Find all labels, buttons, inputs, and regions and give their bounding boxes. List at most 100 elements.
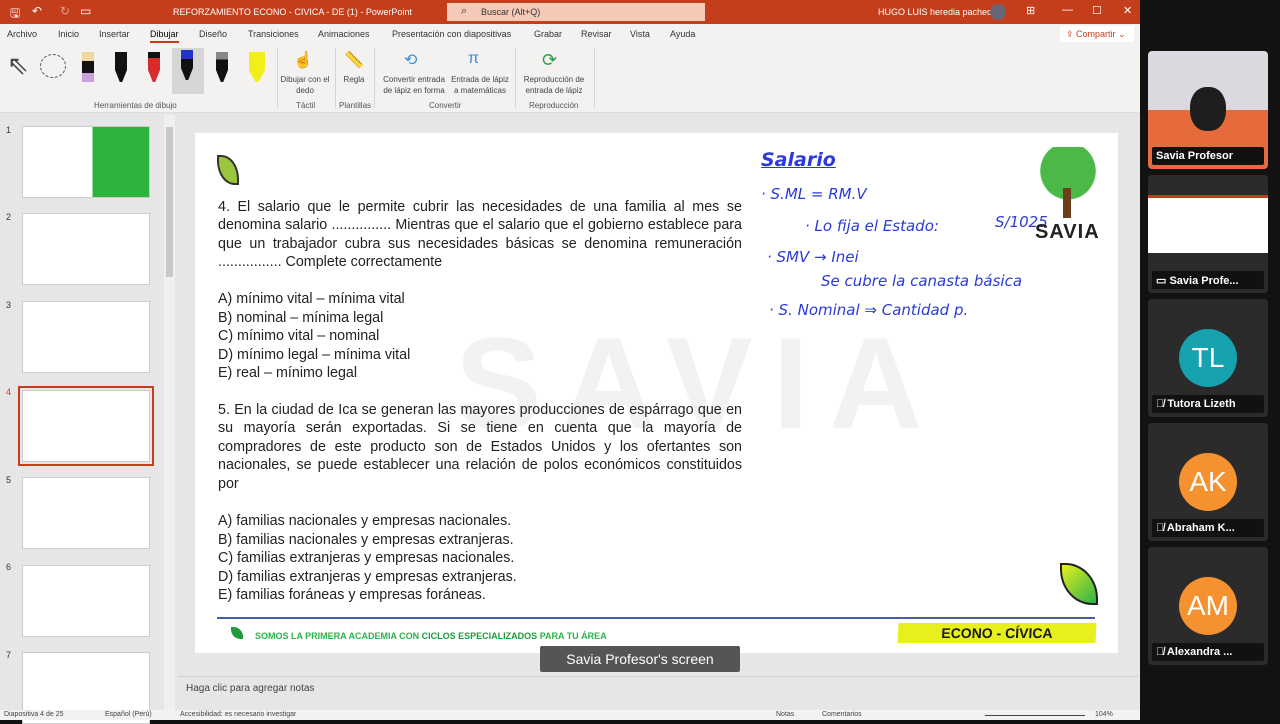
pen-black[interactable] — [108, 50, 132, 88]
screen-preview — [1148, 195, 1268, 253]
group-templates: Plantillas — [339, 101, 372, 110]
slide-thumbnail-1[interactable] — [22, 126, 150, 198]
tab-insertar[interactable]: Insertar — [99, 29, 130, 39]
pen-blue-selected[interactable] — [172, 48, 204, 94]
eraser-pen[interactable] — [75, 50, 99, 88]
participant-tile[interactable]: AK 🎙̸ Abraham K... — [1148, 423, 1268, 541]
slide-thumbnail-2[interactable] — [22, 213, 150, 285]
ink-to-shape-button[interactable]: Convertir entrada de lápiz en forma — [378, 74, 450, 96]
divider — [594, 48, 595, 108]
tab-vista[interactable]: Vista — [630, 29, 650, 39]
notes-toggle[interactable]: Notas — [776, 711, 794, 718]
option: E) familias foráneas y empresas foráneas… — [218, 587, 486, 603]
option: A) familias nacionales y empresas nacion… — [218, 513, 512, 529]
thumbnail-scrollbar[interactable] — [164, 115, 175, 710]
pen-red[interactable] — [141, 50, 165, 88]
ink-math-button[interactable]: Entrada de lápiz a matemáticas — [448, 74, 512, 96]
mic-off-icon: 🎙̸ — [1156, 522, 1167, 534]
slide-thumbnails-pane: 1 2 3 4 5 6 7 — [0, 115, 178, 724]
maximize-icon[interactable]: ☐ — [1092, 4, 1102, 17]
draw-ribbon: ⇖ Herramientas de dibujo ☝ Dibujar con e… — [0, 44, 1140, 113]
tab-animaciones[interactable]: Animaciones — [318, 29, 370, 39]
name-text: Abraham K... — [1166, 522, 1235, 534]
tab-revisar[interactable]: Revisar — [581, 29, 612, 39]
notes-field[interactable]: Haga clic para agregar notas — [178, 676, 1138, 702]
share-icon: ⇪ — [1066, 29, 1077, 39]
pencil-gray[interactable] — [209, 50, 233, 88]
slide-thumbnail-5[interactable] — [22, 477, 150, 549]
comments-toggle[interactable]: Comentarios — [822, 711, 862, 718]
zoom-slider[interactable] — [985, 715, 1085, 716]
thumb-number: 1 — [6, 125, 12, 135]
slide-thumbnail-6[interactable] — [22, 565, 150, 637]
tab-dibujar[interactable]: Dibujar — [150, 29, 179, 43]
participant-avatar: AM — [1179, 577, 1237, 635]
participant-tile[interactable]: AM 🎙̸ Alexandra ... — [1148, 547, 1268, 665]
minimize-icon[interactable]: — — [1062, 4, 1073, 16]
close-icon[interactable]: ✕ — [1123, 4, 1132, 17]
select-arrow-icon[interactable]: ⇖ — [7, 50, 31, 88]
participant-tile[interactable]: ▭ Savia Profe... — [1148, 175, 1268, 293]
tab-ayuda[interactable]: Ayuda — [670, 29, 695, 39]
participant-tile[interactable]: Savia Profesor — [1148, 51, 1268, 169]
question-5-options: A) familias nacionales y empresas nacion… — [218, 512, 517, 605]
highlighter-yellow[interactable] — [242, 50, 266, 88]
ink-heading: Salario — [761, 149, 836, 171]
accessibility[interactable]: Accesibilidad: es necesario investigar — [180, 711, 296, 718]
name-text: Alexandra ... — [1166, 646, 1233, 658]
share-button[interactable]: ⇪ Compartir ⌄ — [1060, 26, 1134, 42]
slide-canvas[interactable]: SAVIA 4. El salario que le permite cubri… — [195, 133, 1118, 653]
participant-name: Savia Profesor — [1152, 147, 1264, 165]
thumb-number: 7 — [6, 650, 12, 660]
user-avatar[interactable] — [990, 4, 1006, 20]
option: B) familias nacionales y empresas extran… — [218, 531, 514, 548]
ruler-button[interactable]: Regla — [338, 74, 370, 85]
tab-presentacion[interactable]: Presentación con diapositivas — [392, 29, 511, 39]
tab-grabar[interactable]: Grabar — [534, 29, 562, 39]
footer-slogan: SOMOS LA PRIMERA ACADEMIA CON CICLOS ESP… — [255, 631, 607, 641]
status-bar: Diapositiva 4 de 25 Español (Perú) Acces… — [0, 710, 1140, 720]
slide-thumbnail-4[interactable] — [18, 386, 154, 466]
participant-tile[interactable]: TL 🎙̸ Tutora Lizeth — [1148, 299, 1268, 417]
slide-counter: Diapositiva 4 de 25 — [4, 711, 64, 718]
tab-transiciones[interactable]: Transiciones — [248, 29, 299, 39]
tab-archivo[interactable]: Archivo — [7, 29, 37, 39]
ink-note: · SMV → Inei — [767, 248, 859, 266]
search-box[interactable]: ⌕ Buscar (Alt+Q) — [447, 3, 705, 21]
option: D) familias extranjeras y empresas extra… — [218, 568, 517, 585]
slide-thumbnail-3[interactable] — [22, 301, 150, 373]
title-bar: 🖫 ↶ ↻ ▭ REFORZAMIENTO ECONO - CIVICA - D… — [0, 0, 1140, 24]
name-text: Savia Profe... — [1169, 275, 1239, 287]
group-replay: Reproducción — [529, 101, 579, 110]
present-icon[interactable]: ▭ — [80, 4, 91, 18]
leaf-logo-icon — [217, 155, 239, 185]
ribbon-display-icon[interactable]: ⊞ — [1026, 4, 1035, 17]
tab-inicio[interactable]: Inicio — [58, 29, 79, 39]
tab-diseno[interactable]: Diseño — [199, 29, 227, 39]
group-draw-tools: Herramientas de dibujo — [94, 101, 177, 110]
lasso-icon[interactable] — [40, 54, 66, 78]
screen-share-label: Savia Profesor's screen — [540, 646, 740, 672]
thumb-number: 3 — [6, 300, 12, 310]
ink-replay-button[interactable]: Reproducción de entrada de lápiz — [519, 74, 589, 96]
leaf-corner-icon — [1060, 563, 1098, 605]
question-4-options: A) mínimo vital – mínima vital B) nomina… — [218, 290, 410, 383]
tree-trunk — [1063, 188, 1071, 218]
participants-panel: Savia Profesor ▭ Savia Profe... TL 🎙̸ Tu… — [1140, 0, 1280, 720]
ribbon-tabs: Archivo Inicio Insertar Dibujar Diseño T… — [0, 24, 1140, 44]
draw-touch-button[interactable]: Dibujar con el dedo — [280, 74, 330, 96]
save-icon[interactable]: 🖫 — [10, 4, 20, 25]
undo-icon[interactable]: ↶ — [32, 4, 42, 18]
option: C) familias extranjeras y empresas nacio… — [218, 550, 515, 566]
participant-name: 🎙̸ Tutora Lizeth — [1152, 395, 1264, 413]
powerpoint-window: 🖫 ↶ ↻ ▭ REFORZAMIENTO ECONO - CIVICA - D… — [0, 0, 1140, 724]
redo-icon[interactable]: ↻ — [60, 4, 70, 18]
zoom-level[interactable]: 104% — [1095, 711, 1113, 718]
slogan-highlight: CICLOS ESPECIALIZADOS — [421, 631, 538, 641]
user-name[interactable]: HUGO LUIS heredia pacheco — [878, 7, 997, 17]
participant-name: 🎙̸ Abraham K... — [1152, 519, 1264, 537]
share-label: Compartir — [1076, 29, 1116, 39]
language[interactable]: Español (Perú) — [105, 711, 152, 718]
footer-divider — [217, 617, 1095, 619]
window-title: REFORZAMIENTO ECONO - CIVICA - DE (1) - … — [173, 7, 412, 17]
